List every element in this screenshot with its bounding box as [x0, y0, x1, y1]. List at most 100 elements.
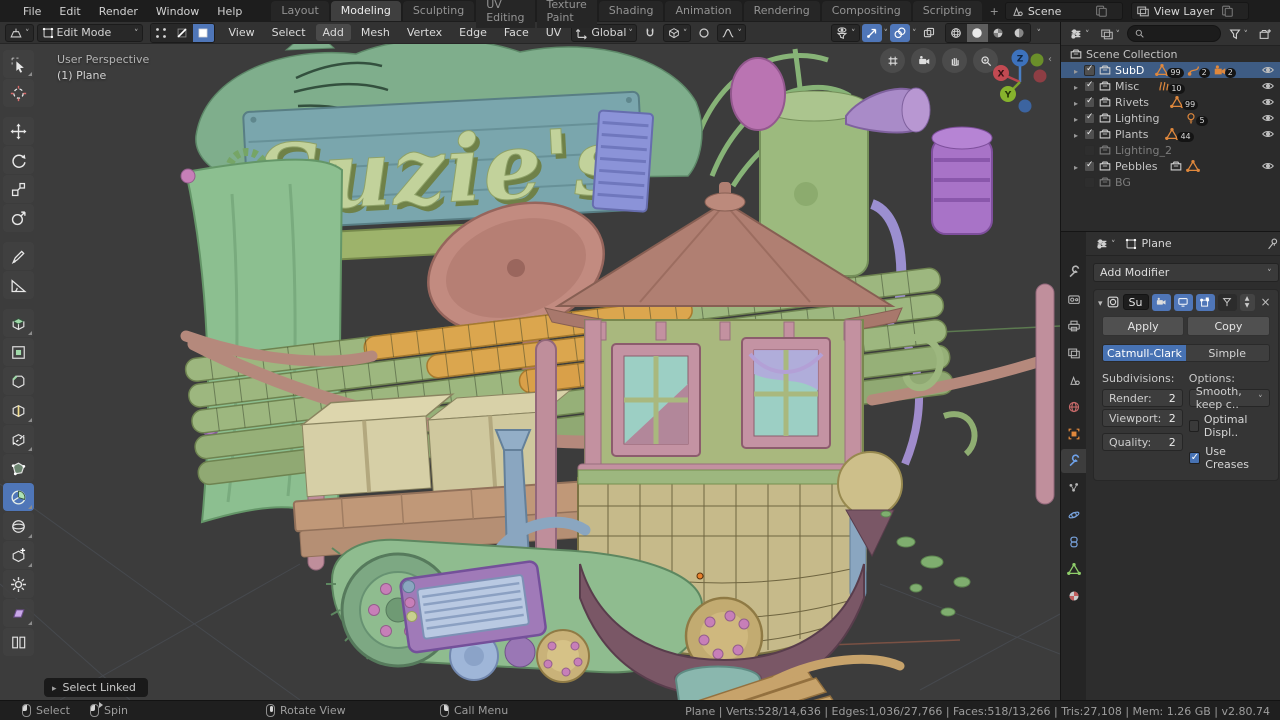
menu-edit[interactable]: Edit: [50, 2, 89, 21]
collection-checkbox[interactable]: [1084, 64, 1095, 76]
shading-solid-button[interactable]: [966, 23, 988, 42]
tool-rotate[interactable]: [3, 146, 34, 174]
collection-checkbox[interactable]: [1084, 80, 1095, 92]
gizmos-toggle[interactable]: [861, 23, 882, 42]
eye-icon[interactable]: [1261, 63, 1275, 77]
menu-file[interactable]: File: [14, 2, 50, 21]
mode-dropdown[interactable]: Edit Mode: [36, 23, 143, 42]
camera-view-button[interactable]: [911, 48, 936, 73]
shading-dropdown[interactable]: [1037, 26, 1042, 39]
operator-panel[interactable]: Select Linked: [44, 678, 148, 697]
pin-button[interactable]: [1266, 237, 1280, 251]
menu-window[interactable]: Window: [147, 2, 208, 21]
editmode-toggle[interactable]: [1195, 293, 1215, 311]
axis-neg-x-ball[interactable]: [1033, 69, 1047, 83]
disclosure-icon[interactable]: [1071, 160, 1081, 173]
eye-icon[interactable]: [1261, 127, 1275, 141]
tab-view-layer[interactable]: [1061, 341, 1086, 365]
gizmos-dropdown[interactable]: [884, 26, 889, 39]
tool-select-box[interactable]: [3, 50, 34, 78]
axis-gizmo[interactable]: Z X Y: [982, 46, 1054, 116]
catmull-clark-button[interactable]: Catmull-Clark: [1103, 345, 1186, 361]
snap-target-dropdown[interactable]: [662, 23, 692, 42]
pan-view-button[interactable]: [942, 48, 967, 73]
tool-transform[interactable]: [3, 204, 34, 232]
snap-toggle-button[interactable]: [640, 24, 660, 42]
edge-select-button[interactable]: [171, 23, 193, 42]
outliner-row-rivets[interactable]: Rivets 99: [1061, 94, 1280, 110]
tool-loop-cut[interactable]: [3, 396, 34, 424]
tool-measure[interactable]: [3, 271, 34, 299]
viewport-3d[interactable]: Edit Mode View Select Add Mesh Vertex Ed…: [0, 22, 1060, 700]
axis-neg-z-ball[interactable]: [1018, 99, 1032, 113]
render-subdivisions-field[interactable]: Render: 2: [1102, 389, 1183, 407]
tab-object[interactable]: [1061, 422, 1086, 446]
sidebar-collapse-arrow[interactable]: ‹: [1048, 54, 1052, 65]
outliner-row-plants[interactable]: Plants 44: [1061, 126, 1280, 142]
tab-render[interactable]: [1061, 287, 1086, 311]
tab-uv-editing[interactable]: UV Editing: [476, 0, 535, 28]
eye-icon[interactable]: [1261, 111, 1275, 125]
tab-rendering[interactable]: Rendering: [743, 1, 820, 21]
tab-modifiers[interactable]: [1061, 449, 1086, 473]
menu-view[interactable]: View: [222, 24, 262, 41]
menu-render[interactable]: Render: [90, 2, 147, 21]
tool-smooth[interactable]: [3, 512, 34, 540]
disclosure-icon[interactable]: [1071, 128, 1081, 141]
scene-canvas[interactable]: Suzie's Suzie's: [0, 44, 1060, 700]
falloff-dropdown[interactable]: [717, 23, 746, 42]
visibility-dropdown[interactable]: [831, 23, 860, 42]
tab-texture-paint[interactable]: Texture Paint: [536, 0, 597, 28]
tool-cursor[interactable]: [3, 79, 34, 107]
vertex-select-button[interactable]: [150, 23, 172, 42]
tab-layout[interactable]: Layout: [271, 1, 329, 21]
tool-bevel[interactable]: [3, 367, 34, 395]
overlays-dropdown[interactable]: [912, 26, 917, 39]
shading-rendered-button[interactable]: [1008, 23, 1030, 42]
shading-material-button[interactable]: [987, 23, 1009, 42]
proportional-edit-toggle[interactable]: [694, 24, 714, 42]
copy-button[interactable]: Copy: [1187, 316, 1270, 336]
use-creases-checkbox[interactable]: [1188, 452, 1201, 464]
collection-checkbox[interactable]: [1084, 96, 1095, 108]
add-modifier-dropdown[interactable]: Add Modifier: [1093, 263, 1279, 282]
tool-extrude-region[interactable]: [3, 309, 34, 337]
outliner-row-scene-collection[interactable]: Scene Collection: [1061, 46, 1280, 62]
apply-button[interactable]: Apply: [1102, 316, 1185, 336]
menu-help[interactable]: Help: [208, 2, 251, 21]
move-modifier-buttons[interactable]: ▲ ▼: [1239, 293, 1255, 311]
optimal-display-checkbox-row[interactable]: Optimal Displ..: [1188, 413, 1270, 439]
tool-edge-slide[interactable]: [3, 541, 34, 569]
quality-field[interactable]: Quality: 2: [1102, 433, 1183, 451]
outliner-search-input[interactable]: [1127, 25, 1221, 42]
use-creases-checkbox-row[interactable]: Use Creases: [1188, 445, 1270, 471]
tab-shading[interactable]: Shading: [598, 1, 664, 21]
menu-mesh[interactable]: Mesh: [354, 24, 397, 41]
collection-checkbox[interactable]: [1084, 112, 1095, 124]
disclosure-icon[interactable]: [1071, 64, 1081, 77]
tool-rip-region[interactable]: [3, 628, 34, 656]
add-workspace-button[interactable]: +: [984, 2, 1005, 21]
realtime-toggle[interactable]: [1173, 293, 1193, 311]
new-collection-button[interactable]: [1255, 25, 1275, 43]
overlays-toggle[interactable]: [890, 23, 910, 42]
outliner-row-misc[interactable]: Misc 10: [1061, 78, 1280, 94]
tab-animation[interactable]: Animation: [665, 1, 742, 21]
toggle-perspective-button[interactable]: [880, 48, 905, 73]
tool-shrink-fatten[interactable]: [3, 570, 34, 598]
optimal-display-checkbox[interactable]: [1188, 420, 1199, 432]
tab-modeling[interactable]: Modeling: [330, 1, 401, 21]
view-layer-selector[interactable]: View Layer: [1130, 2, 1249, 20]
tab-sculpting[interactable]: Sculpting: [402, 1, 475, 21]
menu-add[interactable]: Add: [315, 24, 351, 41]
face-select-button[interactable]: [192, 23, 214, 42]
tool-spin[interactable]: [3, 483, 34, 511]
shading-wireframe-button[interactable]: [945, 23, 967, 42]
outliner-row-pebbles[interactable]: Pebbles: [1061, 158, 1280, 174]
tab-object-data[interactable]: [1061, 557, 1086, 581]
disclosure-icon[interactable]: [1071, 112, 1081, 125]
tab-constraints[interactable]: [1061, 530, 1086, 554]
properties-editor-button[interactable]: [1092, 235, 1119, 253]
outliner-editor-button[interactable]: [1066, 25, 1093, 43]
editor-type-button[interactable]: [5, 23, 34, 42]
